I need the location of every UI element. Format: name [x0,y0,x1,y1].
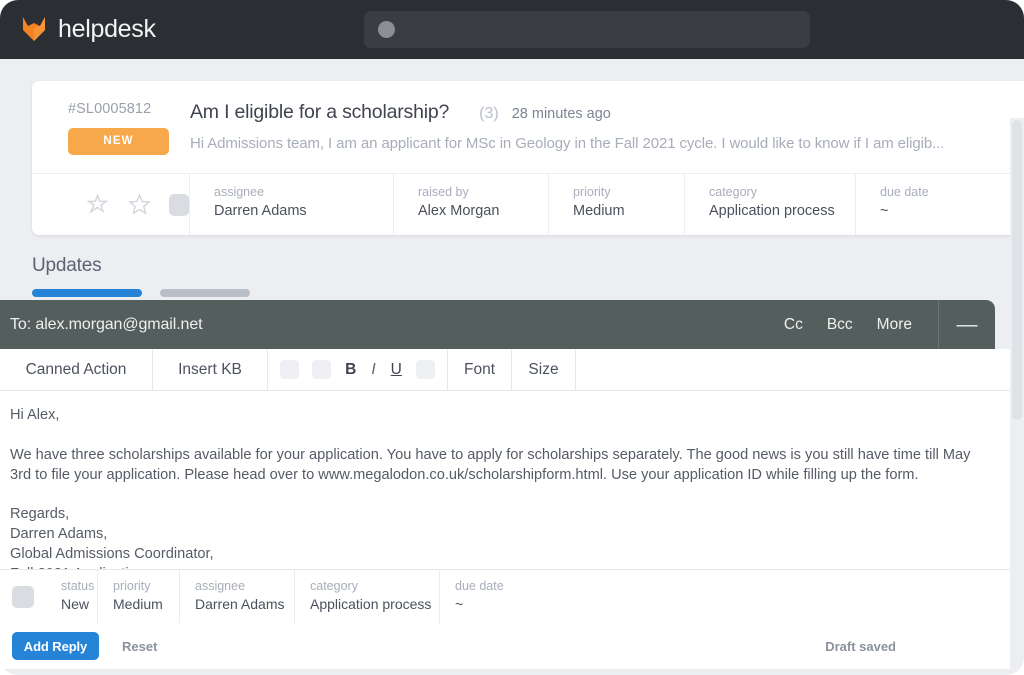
reply-count: (3) [479,105,499,123]
ticket-meta-due-date-value: ~ [880,203,1016,219]
underline-button[interactable]: U [390,361,403,379]
property-due-date-label: due date [455,579,560,593]
property-category-label: category [310,579,439,593]
scrollbar-thumb[interactable] [1012,120,1022,420]
compose-header: To: alex.morgan@gmail.net Cc Bcc More — [0,300,995,349]
properties-checkbox[interactable] [12,586,34,608]
compose-footer: Add Reply Reset Draft saved [0,623,1010,669]
link-chip-icon[interactable] [416,360,435,379]
compose-panel: To: alex.morgan@gmail.net Cc Bcc More — … [0,300,1010,669]
property-assignee-label: assignee [195,579,294,593]
select-ticket-checkbox[interactable] [169,194,189,216]
app-window: helpdesk #SL0005812 NEW Am I eligible fo… [0,0,1024,675]
property-category[interactable]: category Application process [295,570,440,623]
property-due-date-value: ~ [455,596,560,612]
ticket-meta-raised-by-label: raised by [418,185,548,199]
ticket-meta-category-value: Application process [709,203,855,219]
property-status-label: status [61,579,97,593]
updates-tab-active[interactable] [32,289,142,297]
minimize-icon[interactable]: — [939,300,995,349]
ticket-preview-text: Hi Admissions team, I am an applicant fo… [190,135,1022,152]
add-reply-button[interactable]: Add Reply [12,632,99,660]
bold-button[interactable]: B [344,361,357,379]
search-bar[interactable] [364,11,810,48]
image-chip-icon[interactable] [312,360,331,379]
formatting-group: B I U [268,349,448,390]
ticket-meta-due-date-label: due date [880,185,1016,199]
updates-tab-indicators [32,289,250,297]
ticket-meta-priority[interactable]: priority Medium [549,174,685,235]
search-input[interactable] [405,11,798,48]
ticket-id: #SL0005812 [68,101,190,117]
property-assignee-value: Darren Adams [195,596,294,612]
ticket-subject-row: Am I eligible for a scholarship? (3) 28 … [190,101,1022,124]
page-canvas: #SL0005812 NEW Am I eligible for a schol… [0,59,1024,675]
font-selector[interactable]: Font [448,349,512,390]
property-assignee[interactable]: assignee Darren Adams [180,570,295,623]
brand-logo[interactable]: helpdesk [21,15,156,44]
cc-button[interactable]: Cc [772,316,815,334]
updates-section: Updates [32,255,250,297]
properties-checkbox-cell [0,570,46,623]
property-status-value: New [61,596,97,612]
ticket-header-row: #SL0005812 NEW Am I eligible for a schol… [32,81,1024,173]
attachment-chip-icon[interactable] [280,360,299,379]
ticket-properties-strip: status New priority Medium assignee Darr… [0,569,1010,623]
ticket-card[interactable]: #SL0005812 NEW Am I eligible for a schol… [32,81,1024,235]
ticket-main-column: Am I eligible for a scholarship? (3) 28 … [190,101,1024,155]
reset-button[interactable]: Reset [122,639,157,654]
property-due-date[interactable]: due date ~ [440,570,560,623]
property-category-value: Application process [310,596,439,612]
ticket-meta-category-label: category [709,185,855,199]
italic-button[interactable]: I [370,361,376,379]
ticket-meta-raised-by-value: Alex Morgan [418,203,548,219]
more-button[interactable]: More [865,316,924,334]
star-icon[interactable] [127,192,152,217]
compose-to-field[interactable]: To: alex.morgan@gmail.net [10,316,772,334]
brand-name: helpdesk [58,15,156,44]
ticket-icon-group [32,174,190,235]
search-icon [378,21,395,38]
property-priority[interactable]: priority Medium [98,570,180,623]
size-selector[interactable]: Size [512,349,576,390]
property-status[interactable]: status New [46,570,98,623]
updates-tab-inactive[interactable] [160,289,250,297]
property-priority-value: Medium [113,596,179,612]
toolbar-spacer [576,349,1010,390]
ticket-meta-priority-value: Medium [573,203,684,219]
ticket-timestamp: 28 minutes ago [512,106,611,122]
ticket-meta-category[interactable]: category Application process [685,174,856,235]
insert-kb-button[interactable]: Insert KB [153,349,268,390]
status-badge[interactable]: NEW [68,128,169,155]
fox-logo-icon [21,16,47,44]
top-navigation-bar: helpdesk [0,0,1024,59]
vertical-scrollbar[interactable] [1010,118,1024,675]
ticket-meta-due-date[interactable]: due date ~ [856,174,1016,235]
ticket-meta-row: assignee Darren Adams raised by Alex Mor… [32,173,1024,235]
ticket-id-column: #SL0005812 NEW [32,101,190,155]
ticket-subject[interactable]: Am I eligible for a scholarship? [190,101,449,124]
ticket-meta-raised-by[interactable]: raised by Alex Morgan [394,174,549,235]
bcc-button[interactable]: Bcc [815,316,865,334]
compose-body-editor[interactable]: Hi Alex, We have three scholarships avai… [0,391,1010,569]
canned-action-button[interactable]: Canned Action [0,349,153,390]
ticket-meta-priority-label: priority [573,185,684,199]
shooting-star-icon[interactable] [85,192,110,217]
ticket-meta-assignee-label: assignee [214,185,393,199]
ticket-meta-assignee[interactable]: assignee Darren Adams [190,174,394,235]
property-priority-label: priority [113,579,179,593]
compose-toolbar: Canned Action Insert KB B I U Font Size [0,349,1010,391]
draft-saved-status: Draft saved [825,639,896,654]
ticket-meta-assignee-value: Darren Adams [214,203,393,219]
updates-heading: Updates [32,255,250,277]
